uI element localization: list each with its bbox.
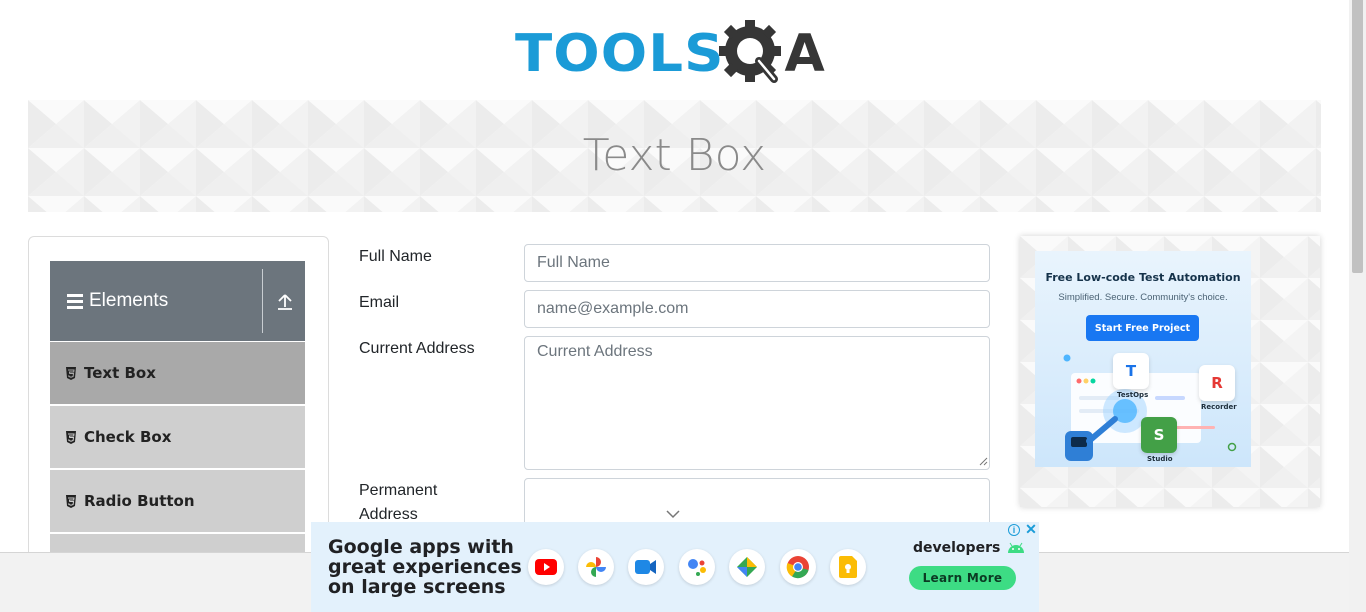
page: TOOLS A Text Box Elements Text Box Check… <box>0 0 1366 612</box>
side-ad-creative[interactable]: Free Low-code Test Automation Simplified… <box>1035 251 1251 467</box>
current-address-label: Current Address <box>359 340 475 357</box>
email-label: Email <box>359 294 400 311</box>
headline-line1: Google apps with <box>328 536 514 558</box>
studio-tile: S <box>1141 417 1177 453</box>
developers-text: developers <box>913 540 1001 556</box>
full-name-input[interactable] <box>524 244 990 282</box>
page-title: Text Box <box>582 130 767 181</box>
scrollbar-thumb[interactable] <box>1352 0 1363 273</box>
sidebar-group-elements[interactable]: Elements <box>50 261 305 341</box>
menu-icon <box>67 291 83 312</box>
bottom-ad[interactable]: Google apps with great experiences on la… <box>311 522 1039 612</box>
learn-more-button[interactable]: Learn More <box>909 566 1016 590</box>
maps-icon <box>729 549 765 585</box>
gear-magnifier-icon <box>719 20 782 83</box>
html5-icon <box>66 366 76 380</box>
sidebar-item-radio-button[interactable]: Radio Button <box>50 470 305 533</box>
full-name-label: Full Name <box>359 248 432 265</box>
current-address-textarea[interactable] <box>524 336 990 470</box>
logo-qa: A <box>718 17 825 91</box>
page-banner: Text Box <box>28 100 1321 212</box>
sidebar-item-check-box[interactable]: Check Box <box>50 406 305 469</box>
collapse-arrow-icon[interactable] <box>276 293 294 311</box>
sidebar-item-label: Text Box <box>84 364 156 382</box>
bottom-ad-headline: Google apps with great experiences on la… <box>328 536 522 598</box>
logo-tools-text: TOOLS <box>515 24 725 84</box>
html5-icon <box>66 494 76 508</box>
side-ad[interactable]: Free Low-code Test Automation Simplified… <box>1020 236 1320 507</box>
html5-icon <box>66 430 76 444</box>
android-icon <box>1008 542 1025 553</box>
sidebar-item-text-box[interactable]: Text Box <box>50 342 305 405</box>
sidebar-item-label: Check Box <box>84 428 172 446</box>
youtube-icon <box>528 549 564 585</box>
permanent-address-label-line1: Permanent <box>359 482 438 499</box>
photos-icon <box>578 549 614 585</box>
recorder-label: Recorder <box>1201 403 1237 411</box>
headline-line2: great experiences <box>328 556 522 578</box>
group-divider <box>262 269 263 333</box>
keep-icon <box>830 549 866 585</box>
resize-grip-icon[interactable] <box>978 456 988 466</box>
developers-brand: developers <box>913 540 1025 556</box>
testops-tile: T <box>1113 353 1149 389</box>
chevron-down-icon <box>666 510 680 519</box>
sidebar-item-label: Radio Button <box>84 492 195 510</box>
assistant-icon <box>679 549 715 585</box>
testops-label: TestOps <box>1117 391 1149 399</box>
permanent-address-label: Permanent Address <box>359 479 437 527</box>
sidebar-group-title: Elements <box>89 290 169 311</box>
studio-label: Studio <box>1147 455 1173 463</box>
logo-a-text: A <box>784 24 825 84</box>
email-input[interactable] <box>524 290 990 328</box>
adchoices-icon[interactable]: i <box>1008 524 1020 536</box>
headline-line3: on large screens <box>328 576 506 598</box>
site-logo[interactable]: TOOLS A <box>515 15 840 93</box>
chrome-icon <box>780 549 816 585</box>
recorder-tile: R <box>1199 365 1235 401</box>
meet-icon <box>628 549 664 585</box>
close-icon[interactable]: ✕ <box>1024 522 1038 536</box>
